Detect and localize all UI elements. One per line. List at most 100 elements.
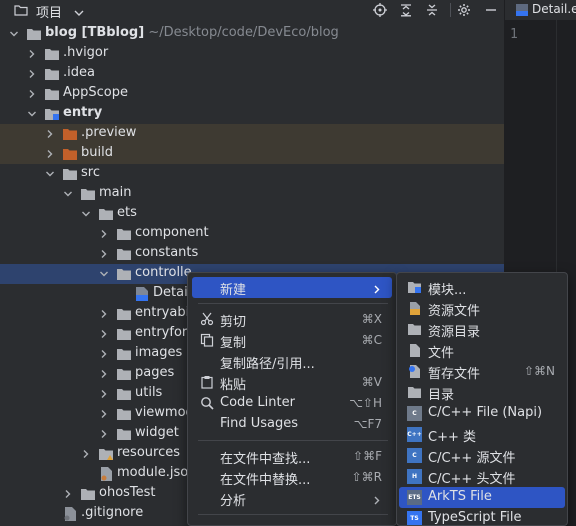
menu-item-shortcut: ⌘C [361,333,382,347]
chevron-down-icon[interactable] [26,108,38,120]
tree-row[interactable]: component [0,224,504,244]
tree-item-name: images [135,345,183,360]
collapse-all-icon[interactable] [397,1,415,19]
chevron-right-icon[interactable] [26,48,38,60]
chevron-down-icon[interactable] [8,28,20,40]
project-folder-icon [14,4,28,16]
tree-item-name: widget [135,425,179,440]
submenu-item[interactable]: C C/C++ File (Napi) [399,403,565,424]
minimize-icon[interactable] [482,1,500,19]
tree-item-name: blog [TBblog] [45,25,145,40]
context-menu-item[interactable]: 重构 [192,520,392,525]
chevron-right-icon[interactable] [98,228,110,240]
tree-row[interactable]: AppScope [0,84,504,104]
folder-icon [116,307,132,321]
chevron-right-icon[interactable] [44,128,56,140]
tree-item-label: src [81,165,100,180]
tree-item-label: build [81,145,113,160]
tree-row[interactable]: .idea [0,64,504,84]
chevron-down-icon[interactable] [80,208,92,220]
chevron-right-icon[interactable] [98,308,110,320]
context-menu-item[interactable]: 新建 [192,277,392,298]
context-menu-item[interactable]: 剪切 ⌘X [192,309,392,330]
tree-item-name: main [99,185,132,200]
project-view-title[interactable]: 项目 [36,2,62,21]
excluded-folder-icon [62,147,78,161]
folder-icon [116,247,132,261]
target-icon[interactable] [371,1,389,19]
gear-icon[interactable] [455,1,473,19]
excluded-folder-icon [62,127,78,141]
chevron-down-icon[interactable] [62,188,74,200]
tree-item-name: AppScope [63,85,128,100]
submenu-item[interactable]: 暂存文件 ⇧⌘N [399,361,565,382]
chevron-right-icon[interactable] [98,408,110,420]
context-menu-item[interactable]: 分析 [192,488,392,509]
chevron-right-icon[interactable] [98,348,110,360]
submenu-item[interactable]: C++ C++ 类 [399,424,565,445]
tree-row[interactable]: entry [0,104,504,124]
submenu-item-label: TypeScript File [428,510,522,525]
chevron-right-icon[interactable] [26,88,38,100]
submenu-item-label: 目录 [428,388,455,403]
submenu-item[interactable]: ETS ArkTS File [399,487,565,508]
chevron-down-icon[interactable] [44,168,56,180]
chevron-right-icon[interactable] [98,248,110,260]
menu-item-shortcut: ⇧⌘F [353,449,382,463]
chevron-down-icon[interactable] [98,268,110,280]
tree-row[interactable]: constants [0,244,504,264]
tree-row[interactable]: src [0,164,504,184]
chevron-right-icon[interactable] [80,448,92,460]
chevron-down-icon[interactable] [74,6,84,16]
menu-item-shortcut: ⌥F7 [353,417,382,431]
ets-file-icon [515,3,529,17]
tree-row[interactable]: .preview [0,124,504,144]
context-menu-item[interactable]: Find Usages ⌥F7 [192,414,392,435]
folder-icon [116,367,132,381]
chevron-right-icon[interactable] [98,368,110,380]
context-menu-item[interactable]: 复制 ⌘C [192,330,392,351]
json-file-icon [98,467,114,481]
submenu-item[interactable]: 目录 [399,382,565,403]
editor-tab-detail[interactable]: Detail.ets [532,2,576,16]
tree-item-label: utils [135,385,162,400]
chevron-right-icon[interactable] [98,388,110,400]
submenu-item[interactable]: 资源文件 [399,298,565,319]
tree-row[interactable]: build [0,144,504,164]
context-menu-item[interactable]: Code Linter ⌥⇧H [192,393,392,414]
submenu-item-label: C++ 类 [428,430,476,445]
submenu-item[interactable]: 资源目录 [399,319,565,340]
tree-row[interactable]: main [0,184,504,204]
chevron-right-icon[interactable] [98,428,110,440]
submenu-item[interactable]: TS TypeScript File [399,508,565,525]
submenu-item[interactable]: H C/C++ 头文件 [399,466,565,487]
tree-row[interactable]: blog [TBblog] ~/Desktop/code/DevEco/blog [0,24,504,44]
tree-item-name: constants [135,245,199,260]
context-menu-item[interactable]: 在文件中替换... ⇧⌘R [192,467,392,488]
submenu-item[interactable]: 文件 [399,340,565,361]
tree-item-label: resources [117,445,180,460]
menu-item-shortcut: ⌘X [361,312,382,326]
typescript-file-icon: TS [407,511,422,525]
chevron-right-icon[interactable] [98,328,110,340]
tree-item-label: blog [TBblog] ~/Desktop/code/DevEco/blog [45,25,339,40]
context-menu-item[interactable]: 复制路径/引用... [192,351,392,372]
folder-icon [98,207,114,221]
chevron-right-icon[interactable] [44,148,56,160]
folder-icon [116,387,132,401]
chevron-right-icon[interactable] [62,488,74,500]
tree-row[interactable]: ets [0,204,504,224]
submenu-item[interactable]: 模块... [399,277,565,298]
context-menu-item[interactable]: 粘贴 ⌘V [192,372,392,393]
submenu-item-label: C/C++ 源文件 [428,451,516,466]
header-divider [450,3,451,17]
tree-item-label: component [135,225,209,240]
chevron-right-icon[interactable] [26,68,38,80]
menu-separator [198,514,388,515]
submenu-item[interactable]: C C/C++ 源文件 [399,445,565,466]
expand-all-icon[interactable] [423,1,441,19]
tree-row[interactable]: .hvigor [0,44,504,64]
submenu-item-label: 模块... [428,283,467,298]
context-menu-item[interactable]: 在文件中查找... ⇧⌘F [192,446,392,467]
menu-item-label: 分析 [220,494,247,509]
